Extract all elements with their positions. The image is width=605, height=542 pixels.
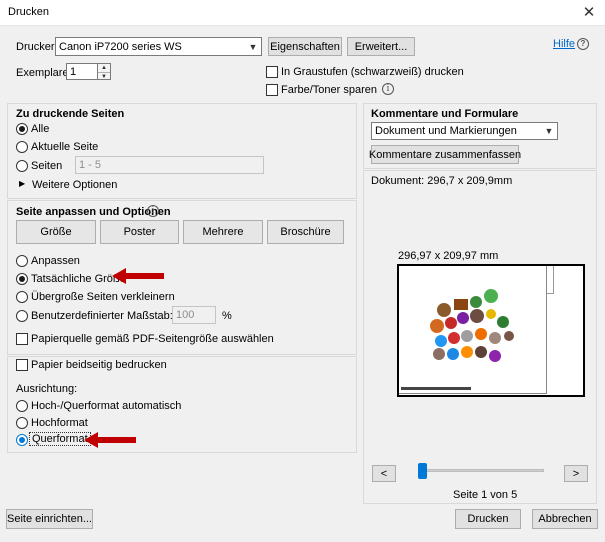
radio-portrait[interactable] — [16, 417, 28, 429]
radio-current-page[interactable] — [16, 141, 28, 153]
radio-current-page-label: Aktuelle Seite — [31, 141, 99, 153]
custom-scale-unit: % — [222, 310, 232, 322]
radio-orientation-auto-label: Hoch-/Querformat automatisch — [31, 400, 182, 412]
preview-paper — [397, 264, 585, 397]
printer-select[interactable]: Canon iP7200 series WS ▼ — [55, 37, 262, 56]
radio-all[interactable] — [16, 123, 28, 135]
properties-button[interactable]: Eigenschaften — [268, 37, 342, 56]
clipart-thumbnail — [401, 289, 514, 390]
radio-portrait-label: Hochformat — [31, 417, 88, 429]
radio-fit-label: Anpassen — [31, 255, 80, 267]
paper-source-checkbox[interactable] — [16, 333, 28, 345]
custom-scale-input[interactable]: 100 — [172, 306, 216, 324]
spin-down-icon[interactable]: ▼ — [98, 72, 110, 80]
radio-actual-size[interactable] — [16, 273, 28, 285]
radio-shrink[interactable] — [16, 291, 28, 303]
help-link[interactable]: Hilfe — [553, 38, 575, 50]
printer-select-value: Canon iP7200 series WS — [59, 40, 182, 53]
page-setup-button[interactable]: Seite einrichten... — [6, 509, 93, 529]
paper-source-label: Papierquelle gemäß PDF-Seitengröße auswä… — [31, 333, 274, 345]
chevron-down-icon: ▼ — [248, 41, 258, 52]
annotation-arrow-icon — [84, 432, 136, 448]
duplex-label: Papier beidseitig bedrucken — [31, 359, 167, 371]
next-page-button[interactable]: > — [564, 465, 588, 482]
prev-page-button[interactable]: < — [372, 465, 396, 482]
radio-landscape-label: Querformat — [29, 432, 91, 446]
radio-shrink-label: Übergroße Seiten verkleinern — [31, 291, 175, 303]
multiple-button[interactable]: Mehrere — [183, 220, 263, 244]
expand-triangle-icon[interactable]: ▶ — [19, 179, 25, 188]
preview-page-image — [399, 266, 547, 394]
cancel-button[interactable]: Abbrechen — [532, 509, 598, 529]
save-ink-label: Farbe/Toner sparen — [281, 84, 377, 96]
comments-select[interactable]: Dokument und Markierungen ▼ — [371, 122, 558, 140]
radio-all-label: Alle — [31, 123, 50, 135]
advanced-button[interactable]: Erweitert... — [347, 37, 415, 56]
printer-label: Drucker: — [16, 41, 58, 53]
document-size-text: Dokument: 296,7 x 209,9mm — [371, 175, 513, 187]
annotation-arrow-icon — [112, 268, 164, 284]
grayscale-label: In Graustufen (schwarzweiß) drucken — [281, 66, 464, 78]
page-slider-track[interactable] — [418, 469, 544, 472]
grayscale-checkbox[interactable] — [266, 66, 278, 78]
page-slider-thumb[interactable] — [418, 463, 427, 479]
radio-pages[interactable] — [16, 160, 28, 172]
spin-up-icon[interactable]: ▲ — [98, 64, 110, 72]
close-icon[interactable]: ✕ — [579, 3, 599, 23]
info-icon[interactable]: i — [382, 83, 394, 95]
pages-header: Zu druckende Seiten — [16, 108, 125, 120]
help-icon[interactable]: ? — [577, 38, 589, 50]
radio-custom-scale[interactable] — [16, 310, 28, 322]
print-button[interactable]: Drucken — [455, 509, 521, 529]
summarize-comments-button[interactable]: Kommentare zusammenfassen — [369, 145, 521, 164]
chevron-down-icon: ▼ — [544, 126, 554, 136]
copies-stepper[interactable]: ▲ ▼ — [98, 63, 111, 80]
poster-button[interactable]: Poster — [100, 220, 179, 244]
radio-landscape[interactable] — [16, 434, 28, 446]
radio-pages-label: Seiten — [31, 160, 63, 172]
title-bar: Drucken ✕ — [0, 0, 605, 26]
size-button[interactable]: Größe — [16, 220, 96, 244]
comments-select-value: Dokument und Markierungen — [375, 125, 517, 137]
save-ink-checkbox[interactable] — [266, 84, 278, 96]
paper-size-text: 296,97 x 209,97 mm — [398, 250, 499, 262]
window-title: Drucken — [8, 6, 49, 18]
info-icon[interactable]: i — [147, 205, 159, 217]
comments-header: Kommentare und Formulare — [371, 108, 519, 120]
radio-custom-scale-label: Benutzerdefinierter Maßstab: — [31, 310, 173, 322]
more-options-link[interactable]: Weitere Optionen — [32, 179, 117, 191]
pages-range-input[interactable]: 1 - 5 — [75, 156, 264, 174]
copies-input[interactable]: 1 — [66, 63, 98, 80]
preview-next-page-edge — [547, 266, 554, 294]
copies-label: Exemplare: — [16, 67, 72, 79]
duplex-checkbox[interactable] — [16, 359, 28, 371]
orientation-label: Ausrichtung: — [16, 383, 78, 395]
page-indicator: Seite 1 von 5 — [453, 489, 518, 501]
radio-fit[interactable] — [16, 255, 28, 267]
booklet-button[interactable]: Broschüre — [267, 220, 344, 244]
radio-orientation-auto[interactable] — [16, 400, 28, 412]
